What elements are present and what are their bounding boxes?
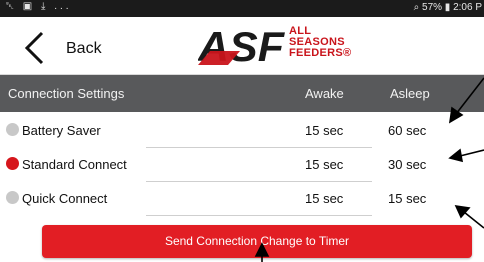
row-asleep: 15 sec xyxy=(388,191,427,206)
row-awake: 15 sec xyxy=(305,123,344,138)
header-asleep: Asleep xyxy=(390,86,430,101)
header-connection-settings: Connection Settings xyxy=(8,86,125,101)
row-awake: 15 sec xyxy=(305,191,344,206)
asf-logo: ASF ALL SEASONS FEEDERS® xyxy=(198,25,358,65)
radio-unselected-icon[interactable] xyxy=(6,191,19,204)
back-button[interactable]: Back xyxy=(66,40,102,58)
connection-row-battery-saver[interactable]: Battery Saver 15 sec 60 sec xyxy=(0,113,484,147)
status-bar-left-icons: ␇ ▣ ⤓ ... xyxy=(6,1,72,12)
row-asleep: 30 sec xyxy=(388,157,427,172)
row-divider xyxy=(146,215,372,216)
asf-logo-mark: ASF xyxy=(198,25,285,65)
back-chevron-icon[interactable] xyxy=(22,31,48,65)
logo-text: ALL SEASONS FEEDERS® xyxy=(289,26,351,59)
connection-row-standard-connect[interactable]: Standard Connect 15 sec 30 sec xyxy=(0,147,484,181)
phone-screen: ␇ ▣ ⤓ ... ⌕ 57% ▮ 2:06 P Back ASF ALL SE… xyxy=(0,0,484,262)
row-name: Standard Connect xyxy=(22,157,127,172)
radio-unselected-icon[interactable] xyxy=(6,123,19,136)
row-name: Battery Saver xyxy=(22,123,101,138)
header-awake: Awake xyxy=(305,86,344,101)
logo-line-3: FEEDERS® xyxy=(289,47,352,59)
row-name: Quick Connect xyxy=(22,191,108,206)
row-awake: 15 sec xyxy=(305,157,344,172)
status-bar-right: ⌕ 57% ▮ 2:06 P xyxy=(413,2,482,13)
row-asleep: 60 sec xyxy=(388,123,427,138)
radio-selected-icon[interactable] xyxy=(6,157,19,170)
send-connection-change-button[interactable]: Send Connection Change to Timer xyxy=(42,225,472,258)
status-bar: ␇ ▣ ⤓ ... ⌕ 57% ▮ 2:06 P xyxy=(0,0,484,17)
app-header: Back ASF ALL SEASONS FEEDERS® xyxy=(0,17,484,75)
connection-row-quick-connect[interactable]: Quick Connect 15 sec 15 sec xyxy=(0,181,484,215)
table-header: Connection Settings Awake Asleep xyxy=(0,75,484,112)
